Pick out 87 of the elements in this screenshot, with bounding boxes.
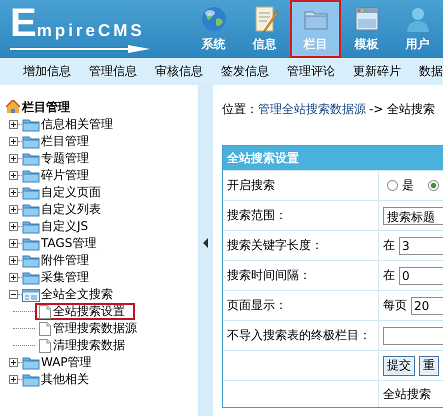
- folder-icon: [22, 254, 40, 268]
- tree-item[interactable]: 管理搜索数据源: [35, 320, 147, 337]
- radio-label: 是: [402, 177, 414, 194]
- tree-title: 栏目管理: [22, 98, 70, 116]
- expand-toggle-icon[interactable]: [9, 137, 18, 146]
- menu-link[interactable]: 数据: [410, 63, 443, 80]
- expand-toggle-icon[interactable]: [9, 256, 18, 265]
- tree-item[interactable]: 信息相关管理: [41, 116, 113, 133]
- tree-item[interactable]: 自定义列表: [41, 201, 101, 218]
- folder-icon: [22, 152, 40, 166]
- expand-toggle-icon[interactable]: [9, 358, 18, 367]
- menu-link[interactable]: 管理信息: [80, 63, 146, 80]
- window-icon: [352, 5, 380, 33]
- expand-toggle-icon[interactable]: [9, 375, 18, 384]
- home-icon: [6, 100, 20, 114]
- tree-item[interactable]: 栏目管理: [41, 133, 89, 150]
- input-field[interactable]: 20: [411, 296, 443, 314]
- radio-button[interactable]: [428, 180, 439, 191]
- nav-button[interactable]: 用户: [392, 0, 443, 58]
- folder-icon: [22, 168, 40, 182]
- folder-icon: [22, 118, 40, 132]
- note-text: 全站搜索: [383, 386, 431, 402]
- field-label: 搜索关键字长度：: [227, 237, 323, 254]
- field-label: 搜索时间间隔：: [227, 267, 311, 284]
- menu-link[interactable]: 签发信息: [212, 63, 278, 80]
- tree-item[interactable]: 其他相关: [41, 371, 89, 388]
- breadcrumb-current: -> 全站搜索: [369, 102, 436, 116]
- folder-icon: [22, 236, 40, 250]
- field-label: 开启搜索: [227, 177, 275, 194]
- tree-item[interactable]: 自定义JS: [41, 218, 88, 235]
- expand-toggle-icon[interactable]: [9, 188, 18, 197]
- expand-toggle-icon[interactable]: [9, 273, 18, 282]
- form-button[interactable]: 重: [419, 356, 439, 376]
- window-icon: [22, 288, 40, 302]
- tree-item[interactable]: TAGS管理: [41, 235, 96, 252]
- tree-item[interactable]: 专题管理: [41, 150, 89, 167]
- tree-item[interactable]: 附件管理: [41, 252, 89, 269]
- page-icon: [39, 322, 51, 336]
- form-button[interactable]: 提交: [383, 356, 415, 376]
- folder-icon: [22, 270, 40, 284]
- nav-button[interactable]: 模板: [341, 0, 392, 58]
- nav-button[interactable]: 信息: [239, 0, 290, 58]
- expand-toggle-icon[interactable]: [9, 171, 18, 180]
- menu-link[interactable]: 管理评论: [278, 63, 344, 80]
- folder-icon: [22, 134, 40, 148]
- folder-icon: [22, 372, 40, 386]
- expand-toggle-icon[interactable]: [9, 239, 18, 248]
- menu-link[interactable]: 增加信息: [14, 63, 80, 80]
- tree-item[interactable]: 采集管理: [41, 269, 89, 286]
- expand-toggle-icon[interactable]: [9, 222, 18, 231]
- input-field[interactable]: 3: [399, 236, 443, 254]
- folder-icon: [22, 356, 40, 370]
- field-label: 不导入搜索表的终极栏目：: [227, 327, 371, 344]
- tree-item[interactable]: 碎片管理: [41, 167, 89, 184]
- radio-button[interactable]: [387, 180, 398, 191]
- folder-icon: [22, 186, 40, 200]
- expand-toggle-icon[interactable]: [9, 205, 18, 214]
- field-prefix: 每页: [383, 297, 407, 314]
- nav-button[interactable]: 系统: [188, 0, 239, 58]
- expand-toggle-icon[interactable]: [9, 120, 18, 129]
- select-field[interactable]: 搜索标题: [383, 206, 443, 224]
- field-label: 页面显示：: [227, 297, 287, 314]
- globe-icon: [200, 5, 228, 33]
- collapse-toggle-icon[interactable]: [9, 290, 18, 299]
- folder-icon: [22, 202, 40, 216]
- menu-link[interactable]: 更新碎片: [344, 63, 410, 80]
- form-title: 全站搜索设置: [223, 146, 443, 170]
- tree-item[interactable]: 清理搜索数据: [35, 337, 135, 354]
- field-prefix: 在: [383, 237, 395, 254]
- breadcrumb-link[interactable]: 管理全站搜索数据源: [258, 102, 366, 116]
- field-prefix: 在: [383, 267, 395, 284]
- menu-link[interactable]: 审核信息: [146, 63, 212, 80]
- tree-item[interactable]: WAP管理: [41, 354, 92, 371]
- logo-text: EmpireCMS: [10, 6, 146, 47]
- page-icon: [39, 304, 51, 318]
- tree-item[interactable]: 全站全文搜索: [41, 286, 113, 303]
- tree-item[interactable]: 自定义页面: [41, 184, 101, 201]
- collapse-arrow-icon[interactable]: [203, 238, 208, 248]
- breadcrumb-label: 位置：: [222, 102, 258, 116]
- expand-toggle-icon[interactable]: [9, 154, 18, 163]
- folder-icon: [22, 220, 40, 234]
- page-icon: [39, 338, 51, 352]
- tree-item[interactable]: 全站搜索设置: [35, 303, 135, 320]
- input-field[interactable]: 0: [399, 266, 443, 284]
- field-label: 搜索范围：: [227, 207, 287, 224]
- logo-arrow-icon: [10, 44, 150, 54]
- input-field[interactable]: [383, 326, 443, 344]
